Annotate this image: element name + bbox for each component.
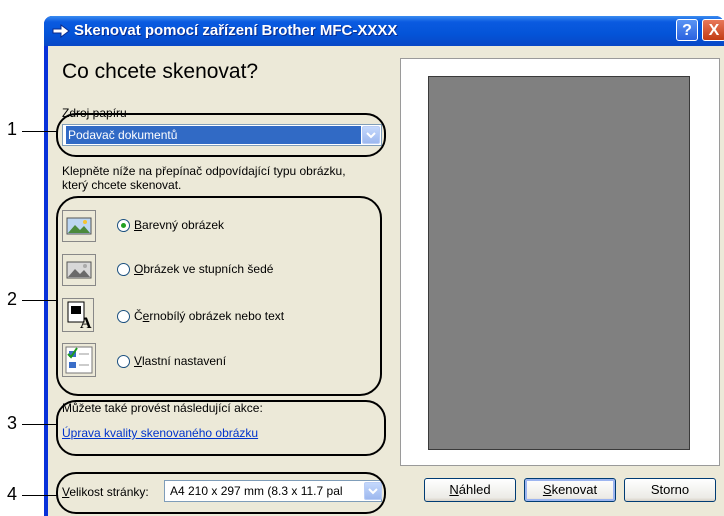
scanner-arrow-icon [52,24,70,38]
callout-line-1 [22,131,58,132]
scan-button[interactable]: Skenovat [524,478,616,502]
callout-ellipse-4 [56,472,386,514]
callout-ellipse-1 [56,113,386,157]
callout-number-3: 3 [7,413,18,433]
cancel-button[interactable]: Storno [624,478,716,502]
preview-button-mnemonic: N [449,482,459,497]
callout-line-3 [22,424,58,425]
instruction-line-1: Klepněte níže na přepínač odpovídající t… [62,164,346,178]
scan-button-text: kenovat [551,482,598,497]
instruction-line-2: který chcete skenovat. [62,178,182,192]
callout-ellipse-3 [56,400,386,456]
callout-ellipse-2 [56,196,382,396]
close-button[interactable]: X [702,19,724,41]
callout-number-1: 1 [7,119,18,139]
window-title: Skenovat pomocí zařízení Brother MFC-XXX… [74,22,398,39]
page-heading: Co chcete skenovat? [62,60,259,83]
preview-button[interactable]: Náhled [424,478,516,502]
help-button[interactable]: ? [676,19,698,41]
callout-line-4 [22,495,58,496]
preview-page [428,76,690,450]
callout-number-2: 2 [7,289,18,309]
callout-line-2 [22,300,58,301]
preview-button-text: áhled [458,482,491,497]
scan-button-mnemonic: S [542,482,552,497]
callout-number-4: 4 [7,484,18,504]
